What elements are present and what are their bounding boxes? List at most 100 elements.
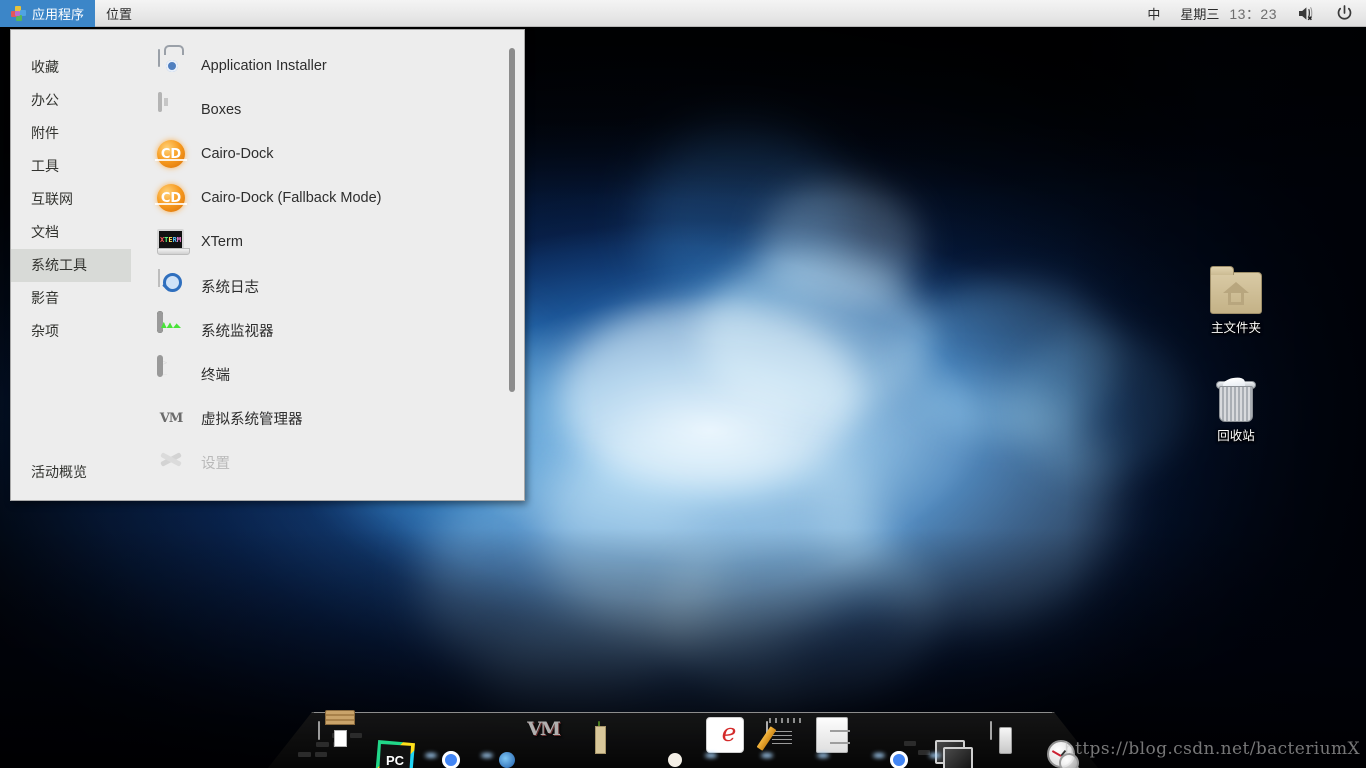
input-method-indicator[interactable]: 中 (1137, 0, 1170, 27)
system-monitor-icon (155, 311, 187, 346)
menu-app-label: 设置 (201, 455, 230, 472)
menu-app-label: Application Installer (201, 58, 327, 74)
menu-category-label: 文档 (31, 224, 59, 240)
dock-decoration-square (298, 752, 311, 757)
menu-category-office[interactable]: 办公 (11, 84, 131, 117)
menu-category-internet[interactable]: 互联网 (11, 183, 131, 216)
applications-menu-label: 应用程序 (32, 7, 85, 22)
terminal-icon (155, 355, 187, 390)
vmware-icon-text: VM (527, 718, 561, 740)
desktop-icon-home-folder[interactable]: 主文件夹 (1188, 266, 1284, 336)
dock-item-pycharm[interactable]: PC (349, 698, 415, 768)
dock-item-vmware[interactable]: VM (517, 698, 569, 744)
menu-category-accessories[interactable]: 附件 (11, 117, 131, 150)
file-cabinet-icon (822, 721, 850, 740)
menu-category-system-tools[interactable]: 系统工具 (11, 249, 131, 282)
dock-item-chrome-2[interactable] (853, 698, 905, 758)
top-panel-status-area: 中 星期三 13：23 (1137, 0, 1366, 27)
menu-application-list: Application Installer Boxes CD Cairo-Doc… (131, 30, 524, 500)
menu-app-label: Boxes (201, 102, 242, 118)
dock-item-firefox[interactable] (461, 698, 513, 758)
applications-menu-button[interactable]: 应用程序 (0, 0, 96, 27)
menu-category-other[interactable]: 杂项 (11, 315, 131, 348)
dock-item-taiji[interactable] (629, 698, 681, 744)
speaker-muted-icon (1299, 6, 1313, 21)
desktop-icon-label: 回收站 (1217, 429, 1255, 443)
menu-category-list: 收藏 办公 附件 工具 互联网 文档 系统工具 影音 杂项 活动概览 (11, 30, 131, 500)
volume-button[interactable] (1287, 0, 1326, 27)
dock-item-clock-search[interactable] (1021, 698, 1088, 768)
pycharm-icon-text: PC (379, 744, 411, 768)
clock-label: 13：23 (1229, 5, 1277, 22)
menu-app-label: 系统日志 (201, 279, 259, 296)
menu-app-xterm[interactable]: XTERM XTerm (131, 220, 524, 264)
menu-scrollbar[interactable] (509, 48, 515, 392)
watermark-text: https://blog.csdn.net/bacteriumX (1063, 739, 1360, 759)
dock-item-phone[interactable] (965, 698, 1017, 744)
virt-manager-icon: VM (155, 402, 187, 434)
menu-app-settings[interactable]: 设置 (131, 440, 524, 484)
pinwheel-icon (11, 6, 26, 21)
dock-item-notes[interactable] (741, 698, 793, 758)
menu-app-label: Cairo-Dock (201, 146, 274, 162)
power-button[interactable] (1326, 0, 1366, 27)
menu-app-system-monitor[interactable]: 系统监视器 (131, 308, 524, 352)
activities-overview-label: 活动概览 (31, 464, 87, 480)
power-icon (1337, 5, 1352, 20)
dock-item-file-cabinet[interactable] (797, 698, 850, 758)
menu-category-label: 杂项 (31, 323, 59, 339)
cairo-dock-icon: CD (155, 182, 187, 214)
cairo-dock-icon: CD (155, 138, 187, 170)
xterm-icon: XTERM (155, 226, 190, 258)
dock-item-chrome[interactable] (405, 698, 457, 758)
activities-overview-button[interactable]: 活动概览 (11, 458, 131, 486)
places-menu-label: 位置 (106, 7, 133, 22)
dock-item-eclipse[interactable] (685, 698, 737, 758)
system-log-icon (155, 269, 187, 302)
menu-app-terminal[interactable]: 终端 (131, 352, 524, 396)
home-folder-icon (1210, 266, 1262, 314)
desktop-icon-trash[interactable]: 回收站 (1188, 376, 1284, 444)
clock-area[interactable]: 星期三 13：23 (1170, 0, 1287, 27)
menu-category-label: 互联网 (31, 191, 73, 207)
menu-category-documents[interactable]: 文档 (11, 216, 131, 249)
dock-item-file-manager[interactable] (293, 698, 345, 744)
menu-category-multimedia[interactable]: 影音 (11, 282, 131, 315)
file-drawer-icon (318, 721, 320, 740)
vmware-icon: VM (522, 718, 564, 740)
menu-category-favorites[interactable]: 收藏 (11, 51, 131, 84)
dock-icon-list: PC VM (268, 696, 1098, 768)
eclipse-icon (710, 721, 712, 740)
menu-app-system-log[interactable]: 系统日志 (131, 264, 524, 308)
menu-category-label: 收藏 (31, 59, 59, 75)
menu-app-application-installer[interactable]: Application Installer (131, 44, 524, 88)
menu-app-label: Cairo-Dock (Fallback Mode) (201, 190, 382, 206)
green-book-icon (598, 721, 600, 740)
menu-app-cairo-dock[interactable]: CD Cairo-Dock (131, 132, 524, 176)
menu-category-tools[interactable]: 工具 (11, 150, 131, 183)
top-panel-spacer (143, 0, 1137, 26)
dock-decoration-square (315, 752, 327, 757)
menu-app-label: 终端 (201, 367, 230, 384)
input-method-label: 中 (1147, 7, 1161, 22)
application-installer-icon (155, 49, 187, 82)
places-menu-button[interactable]: 位置 (95, 0, 143, 27)
notepad-pencil-icon (756, 721, 792, 751)
menu-category-label: 系统工具 (31, 257, 87, 273)
dock-item-dictionary[interactable] (573, 698, 625, 744)
dock-item-terminal[interactable] (909, 698, 973, 768)
menu-app-cairo-dock-fallback[interactable]: CD Cairo-Dock (Fallback Mode) (131, 176, 524, 220)
menu-app-virt-manager[interactable]: VM 虚拟系统管理器 (131, 396, 524, 440)
cairo-dock: PC VM (268, 696, 1098, 768)
menu-category-label: 影音 (31, 290, 59, 306)
top-panel: 应用程序 位置 中 星期三 13：23 (0, 0, 1366, 27)
menu-app-label: 虚拟系统管理器 (201, 411, 303, 428)
weekday-label: 星期三 (1180, 7, 1220, 22)
phone-icon (990, 721, 992, 740)
menu-app-boxes[interactable]: Boxes (131, 88, 524, 132)
menu-category-label: 工具 (31, 158, 59, 174)
menu-category-label: 附件 (31, 125, 59, 141)
applications-menu-popup: 收藏 办公 附件 工具 互联网 文档 系统工具 影音 杂项 活动概览 Appli… (10, 29, 525, 501)
menu-app-label: 系统监视器 (201, 323, 274, 340)
trash-icon (1216, 376, 1256, 422)
